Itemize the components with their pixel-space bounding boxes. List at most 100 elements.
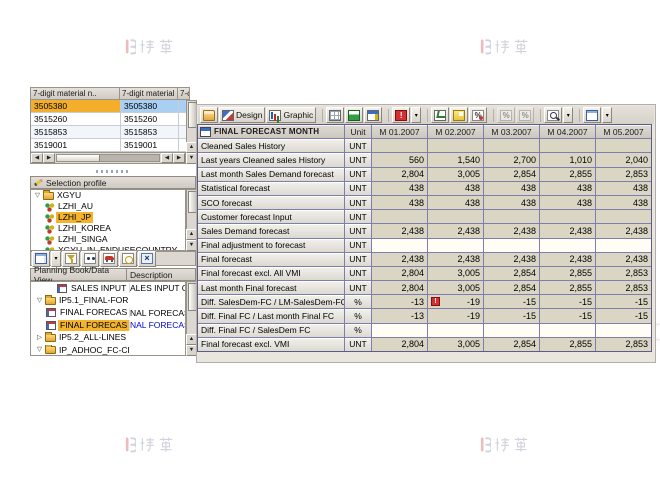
alert-dropdown-button[interactable]: ▾ <box>411 107 421 123</box>
value-cell[interactable]: 2,438 <box>484 224 539 237</box>
value-cell[interactable] <box>372 210 427 223</box>
value-cell[interactable]: 2,804 <box>372 168 427 181</box>
row-label[interactable]: Statistical forecast <box>198 182 344 195</box>
alert-button[interactable] <box>392 107 410 123</box>
zoom-dropdown-button[interactable]: ▾ <box>563 107 573 123</box>
value-cell[interactable]: -15 <box>484 309 539 322</box>
material-number-cell[interactable]: 3505380 <box>31 100 121 113</box>
value-cell[interactable]: 2,438 <box>596 224 651 237</box>
value-cell[interactable]: 2,853 <box>596 168 651 181</box>
row-label[interactable]: Final forecast excl. All VMI <box>198 267 344 280</box>
value-cell[interactable] <box>372 239 427 252</box>
value-cell[interactable]: 2,854 <box>484 267 539 280</box>
value-cell[interactable]: 2,853 <box>596 338 651 351</box>
value-cell[interactable] <box>596 324 651 337</box>
export-button[interactable] <box>345 107 363 123</box>
selection-profile-item[interactable]: LZHI_KOREA <box>31 223 185 234</box>
value-cell[interactable]: 2,438 <box>540 224 595 237</box>
value-cell[interactable]: 438 <box>540 196 595 209</box>
row-label[interactable]: Diff. Final FC / Last month Final FC <box>198 309 344 322</box>
selection-profile-item[interactable]: LZHI_SINGA <box>31 234 185 245</box>
value-cell[interactable] <box>540 324 595 337</box>
value-cell[interactable]: 2,438 <box>428 253 483 266</box>
scrollbar-thumb[interactable] <box>57 155 100 161</box>
value-cell[interactable]: 438 <box>428 196 483 209</box>
calculator-button[interactable] <box>326 107 344 123</box>
value-cell[interactable]: 438 <box>484 182 539 195</box>
value-cell[interactable]: 2,438 <box>372 224 427 237</box>
window-button[interactable] <box>583 107 601 123</box>
value-cell[interactable] <box>596 210 651 223</box>
value-cell[interactable]: 2,700 <box>484 153 539 166</box>
value-cell[interactable]: 3,005 <box>428 267 483 280</box>
column-header[interactable]: Description <box>126 268 196 281</box>
planning-book-item[interactable]: FINAL FORECASNAL FORECAST <box>31 307 185 319</box>
value-cell[interactable] <box>372 139 427 152</box>
value-cell[interactable]: -19 <box>428 309 483 322</box>
material-number-cell[interactable]: 3515853 <box>121 126 179 139</box>
value-cell[interactable]: -15 <box>484 295 539 308</box>
value-cell[interactable] <box>484 239 539 252</box>
value-cell[interactable]: 2,040 <box>596 153 651 166</box>
value-cell[interactable]: 438 <box>596 182 651 195</box>
month-header[interactable]: M 01.2007 <box>372 125 427 138</box>
value-cell[interactable]: 1,010 <box>540 153 595 166</box>
value-cell[interactable]: 2,438 <box>596 253 651 266</box>
value-cell[interactable] <box>484 139 539 152</box>
value-cell[interactable] <box>540 139 595 152</box>
material-number-cell[interactable]: 3515853 <box>31 126 121 139</box>
value-cell[interactable]: 2,438 <box>428 224 483 237</box>
month-header[interactable]: M 04.2007 <box>540 125 595 138</box>
scroll-right-button[interactable] <box>43 153 55 163</box>
panel-splitter[interactable] <box>30 167 196 175</box>
expand-arrow-icon[interactable]: ▷ <box>35 333 44 343</box>
column-header[interactable]: 7-digit material no. <box>120 87 178 100</box>
key-figure-header[interactable]: FINAL FORECAST MONTH <box>198 125 344 138</box>
row-label[interactable]: Sales Demand forecast <box>198 224 344 237</box>
material-row[interactable]: 35158533515853 <box>31 126 190 139</box>
value-cell[interactable]: 2,438 <box>484 253 539 266</box>
value-cell[interactable]: 438 <box>596 196 651 209</box>
value-cell[interactable]: 2,853 <box>596 281 651 294</box>
value-cell[interactable]: -15 <box>596 309 651 322</box>
value-cell[interactable]: 3,005 <box>428 168 483 181</box>
material-row[interactable]: 35152603515260 <box>31 113 190 126</box>
value-cell[interactable] <box>484 210 539 223</box>
window-dropdown-button[interactable]: ▾ <box>602 107 612 123</box>
column-header[interactable]: 7-digit material n.. <box>30 87 120 100</box>
expand-arrow-icon[interactable]: ▽ <box>35 345 44 355</box>
value-cell[interactable]: 438 <box>484 196 539 209</box>
scroll-left-button[interactable] <box>161 153 173 163</box>
planning-book-item[interactable]: SALES INPUT CUALES INPUT CU <box>31 282 185 294</box>
month-header[interactable]: M 02.2007 <box>428 125 483 138</box>
value-cell[interactable] <box>540 210 595 223</box>
row-label[interactable]: Final forecast <box>198 253 344 266</box>
value-cell[interactable]: 438 <box>372 182 427 195</box>
planning-book-item[interactable]: ▽IP5.1_FINAL-FOREC <box>31 294 185 306</box>
material-number-cell[interactable]: 3519001 <box>121 139 179 152</box>
value-cell[interactable]: 2,804 <box>372 338 427 351</box>
row-label[interactable]: Last years Cleaned sales History <box>198 153 344 166</box>
value-cell[interactable]: 3,005 <box>428 338 483 351</box>
selection-profile-item[interactable]: LZHI_JP <box>31 212 185 223</box>
material-number-cell[interactable]: 3515260 <box>121 113 179 126</box>
material-number-cell[interactable]: 3505380 <box>121 100 179 113</box>
value-cell[interactable]: !-19 <box>428 295 483 308</box>
month-header[interactable]: M 03.2007 <box>484 125 539 138</box>
value-cell[interactable]: -13 <box>372 309 427 322</box>
value-cell[interactable]: 2,804 <box>372 267 427 280</box>
value-cell[interactable]: 2,438 <box>540 253 595 266</box>
value-cell[interactable]: 2,854 <box>484 168 539 181</box>
value-cell[interactable]: -13 <box>372 295 427 308</box>
column-header[interactable]: 7-c <box>178 87 190 100</box>
value-cell[interactable] <box>596 239 651 252</box>
stats-button[interactable] <box>431 107 449 123</box>
month-header[interactable]: M 05.2007 <box>596 125 651 138</box>
value-cell[interactable]: 2,438 <box>372 253 427 266</box>
scroll-left-button[interactable] <box>31 153 43 163</box>
value-cell[interactable] <box>596 139 651 152</box>
value-cell[interactable]: 438 <box>540 182 595 195</box>
value-cell[interactable] <box>428 210 483 223</box>
planning-book-item[interactable]: FINAL FORECASNAL FORECAST <box>31 319 185 331</box>
value-cell[interactable]: 560 <box>372 153 427 166</box>
